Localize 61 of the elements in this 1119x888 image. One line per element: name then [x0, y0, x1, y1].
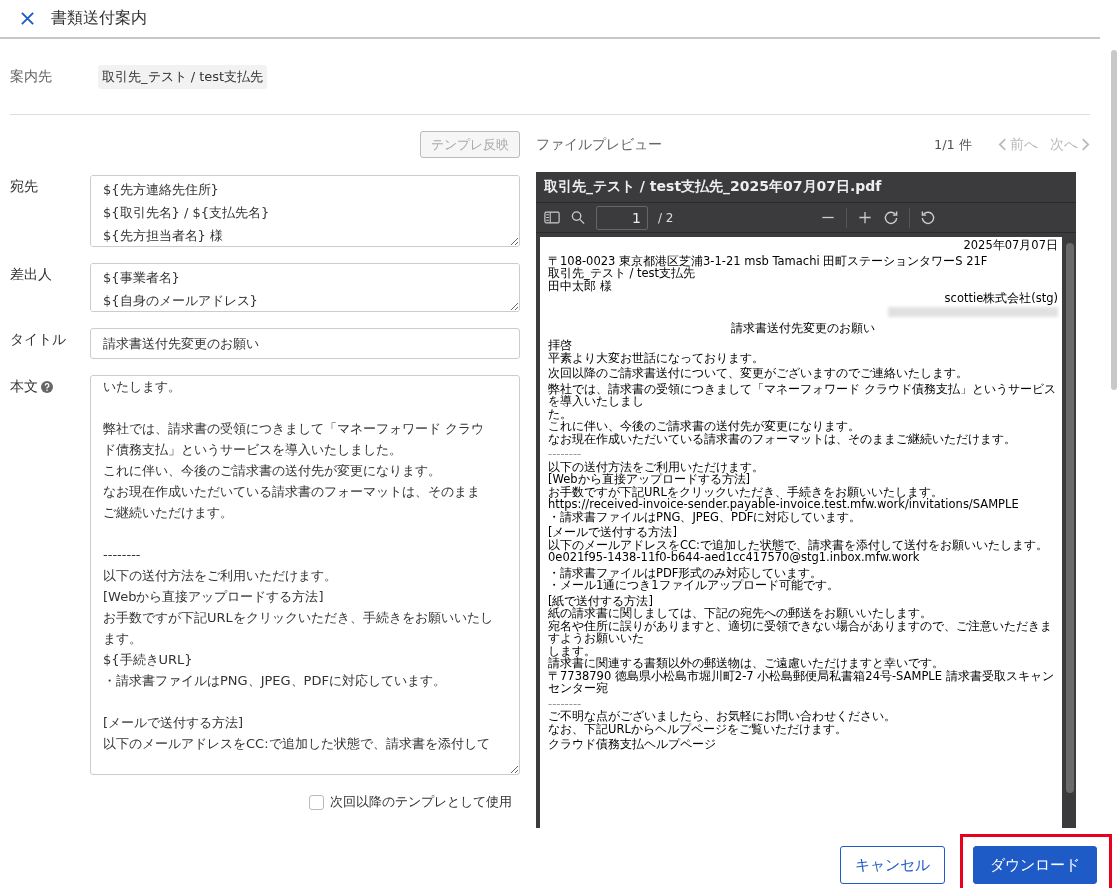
page-total: / 2	[658, 210, 674, 225]
document-text: 0e021f95-1438-11f0-b644-aed1cc417570@stg1.inbox.mfw.work	[548, 551, 920, 564]
field-label: タイトル	[10, 331, 66, 349]
cancel-button[interactable]: キャンセル	[840, 846, 945, 884]
sidebar-toggle-icon[interactable]	[544, 210, 560, 225]
help-icon[interactable]	[41, 381, 53, 393]
document-text: します。	[548, 644, 596, 657]
document-text: scottie株式会社(stg)	[943, 292, 1058, 305]
zoom-in-icon[interactable]	[857, 210, 873, 225]
rotate-counterclockwise-icon[interactable]	[920, 210, 936, 225]
document-heading: 請求書送付先変更のお願い	[730, 321, 876, 334]
text-area[interactable]: ${先方連絡先住所} ${取引先名} / ${支払先名} ${先方担当者名} 様	[90, 175, 520, 247]
document-text: [メールで送付する方法]	[548, 526, 678, 539]
document-divider-text: --------	[548, 697, 582, 710]
document-text: なお、下記URLからヘルプページをご覧いただけます。	[548, 722, 848, 735]
text-area[interactable]: ${事業者名} ${自身のメールアドレス}	[90, 263, 520, 312]
document-text: 請求書に関連する書類以外の郵送物は、ご遠慮いただけますと幸いです。	[548, 657, 945, 670]
document-text: 〒7738790 徳島県小松島市堀川町2-7 小松島郵便局私書箱24号-SAMPLE 請求書受取スキャンセンター宛	[548, 669, 1055, 695]
document-text: [紙で送付する方法]	[548, 594, 654, 607]
document-text: [Webから直接アップロードする方法]	[548, 473, 752, 486]
download-button[interactable]: ダウンロード	[973, 846, 1097, 884]
document-text: 拝啓	[548, 339, 573, 352]
document-text: 田中太郎 様	[548, 279, 613, 292]
checkbox-label[interactable]: 次回以降のテンプレとして使用	[330, 793, 512, 811]
dialog-title: 書類送付案内	[51, 8, 147, 29]
document-text: 以下の送付方法をご利用いただけます。	[548, 460, 765, 473]
document-text: 2025年07月07日	[962, 239, 1058, 252]
document-text: 宛名や住所に誤りがありますと、適切に受領できない場合がありますので、ご注意いただきますようお願いいた	[548, 619, 1053, 645]
document-divider-text: --------	[548, 448, 583, 461]
document-text: これに伴い、今後のご請求書の送付先が変更になります。	[548, 420, 861, 433]
document-text: お手数ですが下記URLをクリックいただき、手続きをお願いいたします。	[548, 485, 943, 498]
file-name: 取引先_テスト / test支払先_2025年07月07日.pdf	[536, 172, 1076, 203]
document-text: 以下のメールアドレスをCC:で追加した状態で、請求書を添付して送付をお願いいたします。	[548, 538, 1049, 551]
document-text: ・メール1通につき1ファイルアップロード可能です。	[548, 579, 840, 592]
document-text: 平素より大変お世話になっております。	[548, 351, 765, 364]
document-text: ・請求書ファイルはPDF形式のみ対応しています。	[548, 566, 824, 579]
document-text: 取引先_テスト / test支払先	[548, 267, 696, 280]
document-text: 紙の請求書に関しましては、下記の宛先への郵送をお願いいたします。	[548, 607, 933, 620]
field-label: 差出人	[10, 266, 52, 284]
field-label: 宛先	[10, 178, 38, 196]
input-field[interactable]: 請求書送付先変更のお願い	[90, 328, 520, 359]
document-text: 次回以降のご請求書送付について、変更がございますのでご連絡いたします。	[548, 367, 969, 380]
document-text: なお現在作成いただいている請求書のフォーマットは、そのままご継続いただけます。	[548, 432, 1017, 445]
document-text: た。	[548, 407, 572, 420]
rotate-clockwise-icon[interactable]	[883, 210, 899, 225]
text-area[interactable]: いたします。 弊社では、請求書の受領につきまして「マネーフォワード クラウ ド債務支払」というサービスを導入いたしました。 これに伴い、今後のご請求書の送付先が変更になります。 なお現在作成いただいている請求書のフォーマットは、そのまま ご継続いただけます。 -------- 以下の送付方法をご利用いただけます。 [Webから直接アップロードする方法] お手数ですが下記URLをクリックいただき、手続きをお願いいたし ます。 ${手続きURL} ・請求書ファイルはPNG、JPEG、PDFに対応しています。 [メールで送付する方法] 以下のメールアドレスをCC:で追加した状態で、請求書を添付して	[90, 375, 520, 775]
checkbox[interactable]	[309, 794, 324, 810]
file-count: 1/1 件	[933, 135, 972, 154]
document-text: 〒108-0023 東京都港区芝浦3-1-21 msb Tamachi 田町ステーションタワーS 21F	[548, 254, 989, 267]
page-number-field[interactable]: 1	[596, 205, 648, 230]
section-heading: ファイルプレビュー	[536, 135, 663, 154]
document-text: クラウド債務支払ヘルプページ	[548, 738, 717, 751]
document-text: https://received-invoice-sender.payable-invoice.test.mfw.work/invitations/SAMPLE	[548, 498, 1020, 511]
field-label: 案内先	[10, 68, 53, 86]
search-icon[interactable]	[570, 210, 586, 225]
document-text: ・請求書ファイルはPNG、JPEG、PDFに対応しています。	[548, 510, 862, 523]
document-text: 弊社では、請求書の受領につきまして「マネーフォワード クラウド債務支払」というサービスを導入いたしまし	[548, 382, 1057, 408]
document-text: ご不明な点がございましたら、お気軽にお問い合わせください。	[548, 710, 897, 723]
close-icon[interactable]	[20, 11, 35, 26]
recipient-tag: 取引先_テスト / test支払先	[98, 65, 268, 89]
field-label: 本文	[10, 378, 38, 396]
